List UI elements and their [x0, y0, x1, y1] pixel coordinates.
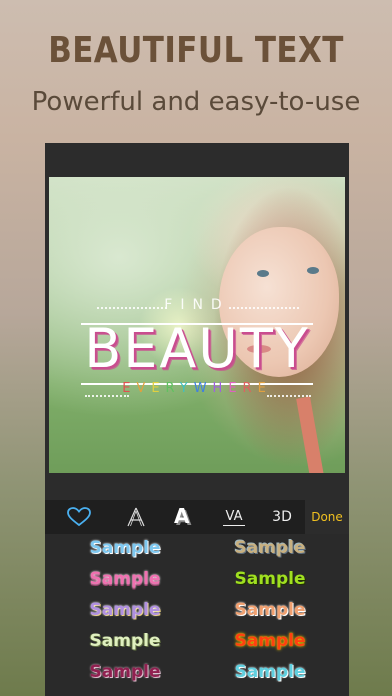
everywhere-letter: R [165, 381, 180, 396]
overlay-everywhere-text[interactable]: EVERYWHERE [49, 381, 345, 396]
photo-eye [257, 270, 269, 277]
hero-subtitle: Powerful and easy-to-use [31, 87, 361, 117]
everywhere-letter: Y [179, 381, 194, 396]
sample-style-1[interactable]: Sample [65, 538, 185, 558]
phone-screen: FIND BEAUTY EVERYWHERE AA VA 3D Done Sam… [45, 143, 349, 696]
sample-style-8[interactable]: Sample [210, 631, 330, 651]
everywhere-right-dots [267, 395, 311, 397]
sample-style-2[interactable]: Sample [210, 538, 330, 558]
sample-style-5[interactable]: Sample [65, 600, 185, 620]
sample-style-9[interactable]: Sample [65, 662, 185, 682]
3d-icon-label: 3D [272, 509, 292, 525]
sample-style-3[interactable]: Sample [65, 569, 185, 589]
sample-style-6[interactable]: Sample [210, 600, 330, 620]
overlay-find-text[interactable]: FIND [49, 297, 345, 313]
shadow-font-icon[interactable]: AA [159, 500, 209, 534]
heart-icon[interactable] [45, 500, 113, 534]
text-style-toolbar: AA VA 3D Done [45, 500, 349, 534]
everywhere-letter: V [136, 381, 152, 396]
sample-style-7[interactable]: Sample [65, 631, 185, 651]
svg-text:A: A [174, 506, 190, 528]
everywhere-letter: H [212, 381, 229, 396]
photo-canvas[interactable]: FIND BEAUTY EVERYWHERE [49, 177, 345, 473]
spacing-underline [223, 524, 245, 526]
spacing-icon-label: VA [225, 508, 243, 524]
sample-style-10[interactable]: Sample [210, 662, 330, 682]
sample-style-4[interactable]: Sample [210, 569, 330, 589]
everywhere-letter: R [242, 381, 258, 396]
everywhere-letter: E [151, 381, 166, 396]
spacing-icon[interactable]: VA [209, 500, 259, 534]
everywhere-letter: E [228, 381, 243, 396]
sample-style-grid: Sample Sample Sample Sample Sample Sampl… [45, 534, 349, 696]
everywhere-letter: E [122, 381, 137, 396]
overlay-beauty-text[interactable]: BEAUTY [49, 317, 345, 380]
outline-font-icon[interactable] [113, 500, 159, 534]
everywhere-letter: E [257, 381, 272, 396]
photo-eye [307, 267, 319, 274]
find-right-dots [229, 307, 299, 309]
hero-title: BEAUTIFUL TEXT [48, 30, 344, 71]
everywhere-letter: W [193, 381, 213, 396]
3d-icon[interactable]: 3D [259, 500, 305, 534]
done-button[interactable]: Done [305, 500, 349, 534]
